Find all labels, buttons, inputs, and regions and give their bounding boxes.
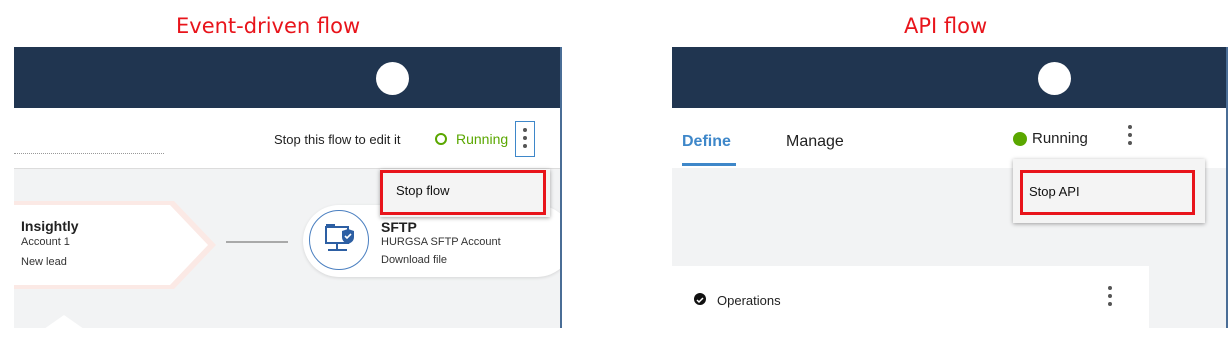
sftp-node-account: HURGSA SFTP Account: [381, 236, 501, 248]
running-status: Running: [1032, 130, 1088, 147]
operations-card: Operations: [672, 266, 1149, 328]
edit-hint: Stop this flow to edit it: [274, 132, 401, 147]
running-status-icon: [1013, 132, 1027, 146]
operations-overflow-icon[interactable]: [1108, 286, 1112, 310]
kebab-icon: [523, 128, 527, 152]
caption-event-driven: Event-driven flow: [176, 14, 361, 38]
insightly-node-app[interactable]: Insightly: [21, 218, 79, 234]
insightly-node-event: New lead: [21, 256, 67, 268]
app-header: [14, 47, 560, 108]
flow-toolbar: Stop this flow to edit it Running: [14, 108, 560, 169]
caption-api: API flow: [904, 14, 988, 38]
running-status: Running: [456, 131, 509, 147]
overflow-menu-button[interactable]: [515, 121, 535, 157]
flow-name-underline: [14, 153, 164, 154]
tab-manage[interactable]: Manage: [786, 133, 844, 151]
avatar[interactable]: [376, 62, 409, 95]
sftp-node-app: SFTP: [381, 219, 417, 235]
running-status-icon: [435, 133, 447, 145]
tab-define[interactable]: Define: [682, 133, 731, 151]
highlight-box: [380, 170, 546, 215]
operations-label: Operations: [717, 293, 781, 308]
api-flow-panel: Define Manage Running Operations Stop AP…: [672, 47, 1228, 328]
node-connector: [226, 241, 288, 243]
insightly-node-account: Account 1: [21, 236, 70, 248]
overflow-menu-icon[interactable]: [1128, 125, 1132, 149]
highlight-box: [1020, 170, 1195, 215]
sftp-icon: [309, 210, 369, 270]
event-flow-panel: Stop this flow to edit it Running Insigh…: [14, 47, 562, 328]
app-header: [672, 47, 1226, 108]
checkmark-icon: [694, 293, 706, 305]
sftp-node-action: Download file: [381, 254, 448, 266]
canvas-pointer-shape: [45, 315, 83, 328]
avatar[interactable]: [1038, 62, 1071, 95]
active-tab-indicator: [682, 163, 736, 166]
